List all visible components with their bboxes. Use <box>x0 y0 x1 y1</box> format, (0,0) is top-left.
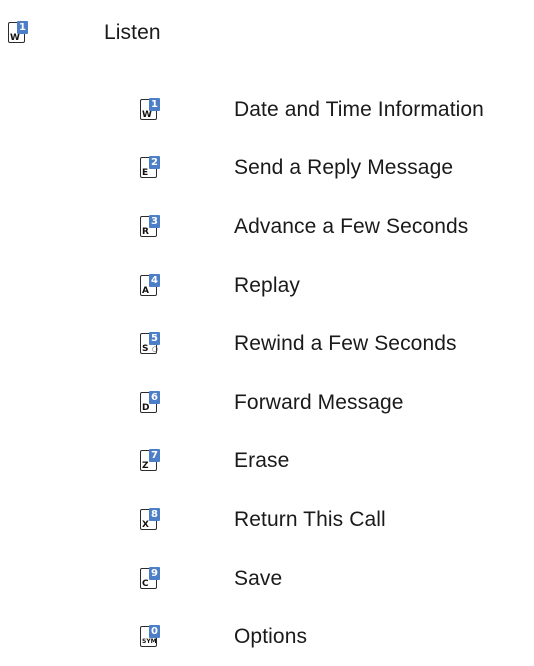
submenu-item-label: Erase <box>234 449 290 473</box>
keypad-key-icon: W 1 <box>8 20 28 44</box>
submenu-item[interactable]: S ○ 5 Rewind a Few Seconds <box>140 314 484 373</box>
menu-item-label: Listen <box>104 20 161 44</box>
key-letter: R <box>142 226 149 237</box>
keypad-key-icon: SYM 0 <box>140 625 160 648</box>
keypad-key-icon: W 1 <box>140 97 160 121</box>
submenu-item[interactable]: R 3 Advance a Few Seconds <box>140 197 484 256</box>
key-letter: D <box>142 402 150 413</box>
key-number: 4 <box>149 273 160 287</box>
key-letter: Z <box>142 461 149 472</box>
submenu-item-label: Return This Call <box>234 507 386 531</box>
key-number: 7 <box>149 449 160 463</box>
submenu-item[interactable]: X 8 Return This Call <box>140 490 484 549</box>
keypad-key-icon: X 8 <box>140 507 160 531</box>
key-letter: A <box>142 285 149 296</box>
key-letter: X <box>142 519 149 530</box>
key-number: 5 <box>149 332 160 346</box>
key-letter: SYM <box>142 638 157 646</box>
keypad-key-icon: C 9 <box>140 566 160 590</box>
listen-submenu: W 1 Date and Time Information E 2 Send a… <box>140 80 484 666</box>
submenu-item-label: Rewind a Few Seconds <box>234 332 457 356</box>
submenu-item[interactable]: D 6 Forward Message <box>140 373 484 432</box>
submenu-item-label: Advance a Few Seconds <box>234 214 469 238</box>
submenu-item-label: Save <box>234 566 283 590</box>
submenu-item-label: Date and Time Information <box>234 97 484 121</box>
key-number: 1 <box>149 97 160 111</box>
submenu-item[interactable]: A 4 Replay <box>140 256 484 315</box>
keypad-key-icon: R 3 <box>140 214 160 238</box>
submenu-item[interactable]: E 2 Send a Reply Message <box>140 139 484 198</box>
key-symbol: ○ <box>151 345 158 354</box>
key-letter: E <box>142 168 149 179</box>
keypad-key-icon: D 6 <box>140 390 160 414</box>
key-number: 9 <box>149 566 160 580</box>
key-number: 2 <box>149 156 160 170</box>
submenu-item-label: Options <box>234 625 308 649</box>
key-number: 0 <box>149 625 160 639</box>
submenu-item[interactable]: Z 7 Erase <box>140 432 484 491</box>
keypad-key-icon: Z 7 <box>140 449 160 472</box>
key-letter: C <box>142 578 149 589</box>
key-number: 3 <box>149 214 160 228</box>
key-letter: S <box>142 344 149 355</box>
submenu-item-label: Replay <box>234 273 300 297</box>
keypad-key-icon: S ○ 5 <box>140 332 160 355</box>
submenu-item-label: Send a Reply Message <box>234 156 454 180</box>
submenu-item-label: Forward Message <box>234 390 404 414</box>
key-number: 6 <box>149 390 160 404</box>
submenu-item[interactable]: SYM 0 Options <box>140 607 484 666</box>
keypad-key-icon: A 4 <box>140 273 160 297</box>
key-letter: W <box>10 32 20 43</box>
submenu-item[interactable]: W 1 Date and Time Information <box>140 80 484 139</box>
key-number: 1 <box>17 20 28 34</box>
key-letter: W <box>142 109 152 120</box>
key-number: 8 <box>149 507 160 521</box>
submenu-item[interactable]: C 9 Save <box>140 549 484 608</box>
keypad-key-icon: E 2 <box>140 156 160 179</box>
menu-item-listen[interactable]: W 1 Listen <box>8 18 161 46</box>
